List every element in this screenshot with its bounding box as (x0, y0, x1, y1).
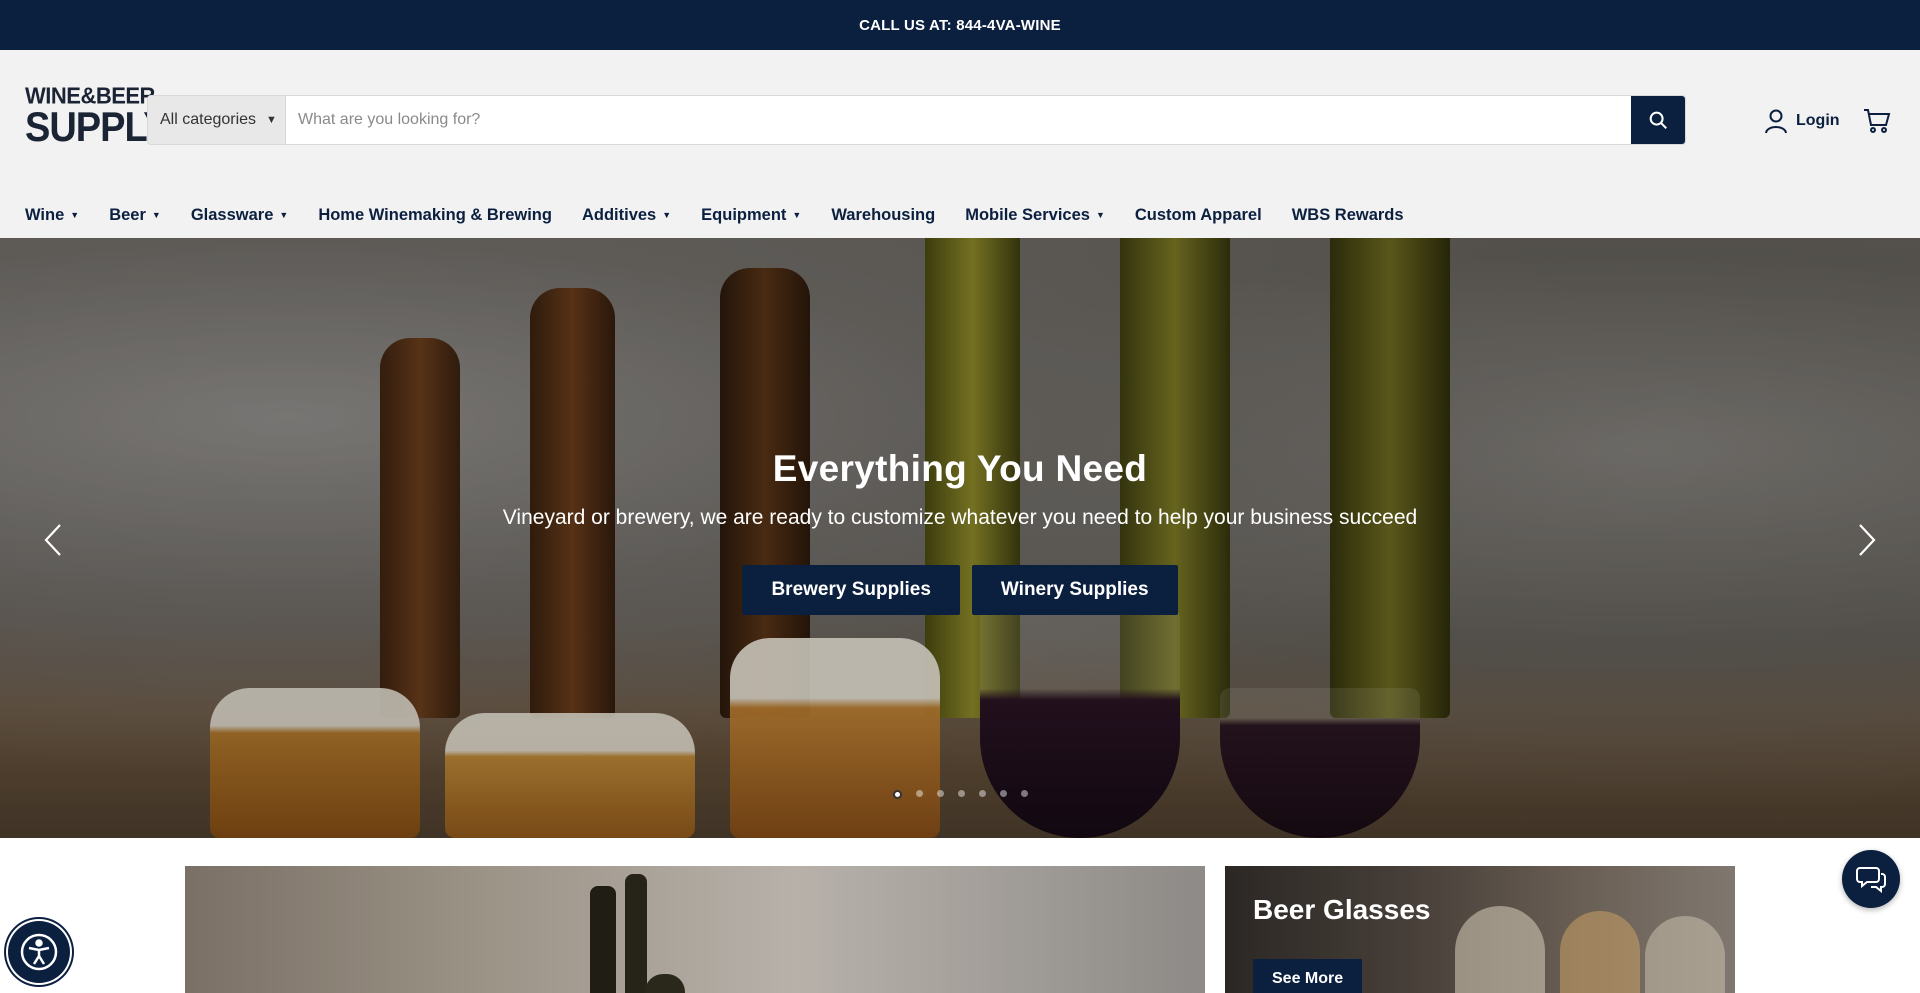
nav-item-wine[interactable]: Wine ▼ (25, 206, 79, 225)
promo-glass (1560, 911, 1640, 993)
nav-label: Custom Apparel (1134, 205, 1262, 224)
chat-icon (1856, 867, 1886, 893)
accessibility-button[interactable] (8, 921, 70, 983)
nav-label: Equipment (701, 205, 787, 224)
login-label: Login (1796, 112, 1840, 129)
nav-label: Mobile Services (965, 205, 1090, 224)
hero-title: Everything You Need (772, 448, 1148, 489)
site-logo[interactable]: WINE&BEER SUPPLY (25, 84, 169, 151)
category-select-label: All categories (160, 111, 257, 128)
nav-item-glassware[interactable]: Glassware ▼ (191, 206, 288, 225)
slider-dot[interactable] (892, 790, 902, 799)
slider-prev-button[interactable] (38, 520, 68, 560)
nav-label: Additives (581, 205, 657, 224)
promo-glass (1645, 916, 1725, 993)
chevron-down-icon: ▼ (792, 210, 802, 220)
chevron-down-icon: ▼ (266, 114, 277, 126)
slider-dot[interactable] (936, 790, 944, 797)
hero-buttons: Brewery Supplies Winery Supplies (0, 565, 1920, 615)
chevron-right-icon (1859, 524, 1876, 556)
cart-button[interactable] (1862, 106, 1892, 136)
nav-item-wbs-rewards[interactable]: WBS Rewards (1292, 206, 1404, 225)
slider-dot[interactable] (957, 790, 965, 797)
search-bar: All categories ▼ (148, 96, 1685, 144)
promo-bottle (590, 886, 616, 993)
winery-supplies-button[interactable]: Winery Supplies (971, 565, 1178, 615)
nav-item-beer[interactable]: Beer ▼ (109, 206, 161, 225)
slider-dot[interactable] (978, 790, 986, 797)
slider-dot[interactable] (1020, 790, 1028, 797)
nav-item-mobile-services[interactable]: Mobile Services ▼ (965, 206, 1105, 225)
nav-item-additives[interactable]: Additives ▼ (582, 206, 671, 225)
hero-slider: Everything You Need Vineyard or brewery,… (0, 238, 1920, 838)
chat-button[interactable] (1842, 850, 1900, 908)
slider-dot[interactable] (999, 790, 1007, 797)
slider-dots (0, 790, 1920, 799)
login-link[interactable]: Login (1764, 106, 1840, 136)
promo-bottle (645, 974, 685, 993)
nav-item-equipment[interactable]: Equipment ▼ (701, 206, 801, 225)
nav-label: WBS Rewards (1291, 205, 1404, 224)
search-input[interactable] (286, 96, 1631, 144)
nav-label: Wine (25, 205, 65, 224)
promo-bottle (625, 874, 647, 993)
chevron-left-icon (44, 524, 61, 556)
nav-item-home-winemaking[interactable]: Home Winemaking & Brewing (318, 206, 552, 225)
nav-label: Glassware (190, 205, 274, 224)
logo-line2: SUPPLY (25, 104, 169, 151)
user-icon (1765, 109, 1787, 134)
announcement-bar: CALL US AT: 844-4VA-WINE (0, 0, 1920, 50)
announcement-text: CALL US AT: 844-4VA-WINE (859, 16, 1061, 34)
brewery-supplies-button[interactable]: Brewery Supplies (742, 565, 960, 615)
chevron-down-icon: ▼ (70, 210, 80, 220)
nav-label: Warehousing (831, 205, 936, 224)
slider-dot[interactable] (915, 790, 923, 797)
promo-tile-beer-glasses[interactable]: Beer Glasses See More (1225, 866, 1735, 993)
promo-glass (1455, 906, 1545, 993)
nav-label: Beer (109, 205, 146, 224)
main-nav: Wine ▼ Beer ▼ Glassware ▼ Home Winemaking &… (25, 200, 1434, 230)
slider-next-button[interactable] (1852, 520, 1882, 560)
chevron-down-icon: ▼ (151, 210, 161, 220)
chevron-down-icon: ▼ (279, 210, 289, 220)
category-select[interactable]: All categories ▼ (148, 96, 286, 144)
nav-item-warehousing[interactable]: Warehousing (831, 206, 935, 225)
hero-overlay (0, 238, 1920, 838)
search-button[interactable] (1631, 96, 1685, 144)
chevron-down-icon: ▼ (1095, 210, 1105, 220)
cart-icon (1864, 109, 1891, 133)
nav-label: Home Winemaking & Brewing (318, 205, 552, 224)
site-header: WINE&BEER SUPPLY All categories ▼ Login … (0, 50, 1920, 238)
nav-item-custom-apparel[interactable]: Custom Apparel (1135, 206, 1262, 225)
hero-subtitle: Vineyard or brewery, we are ready to cus… (502, 506, 1418, 529)
see-more-button[interactable]: See More (1253, 959, 1363, 993)
chevron-down-icon: ▼ (662, 210, 672, 220)
promo-tile-left[interactable] (185, 866, 1205, 993)
accessibility-icon (20, 933, 58, 971)
search-icon (1649, 111, 1667, 129)
promo-title: Beer Glasses (1253, 894, 1431, 925)
